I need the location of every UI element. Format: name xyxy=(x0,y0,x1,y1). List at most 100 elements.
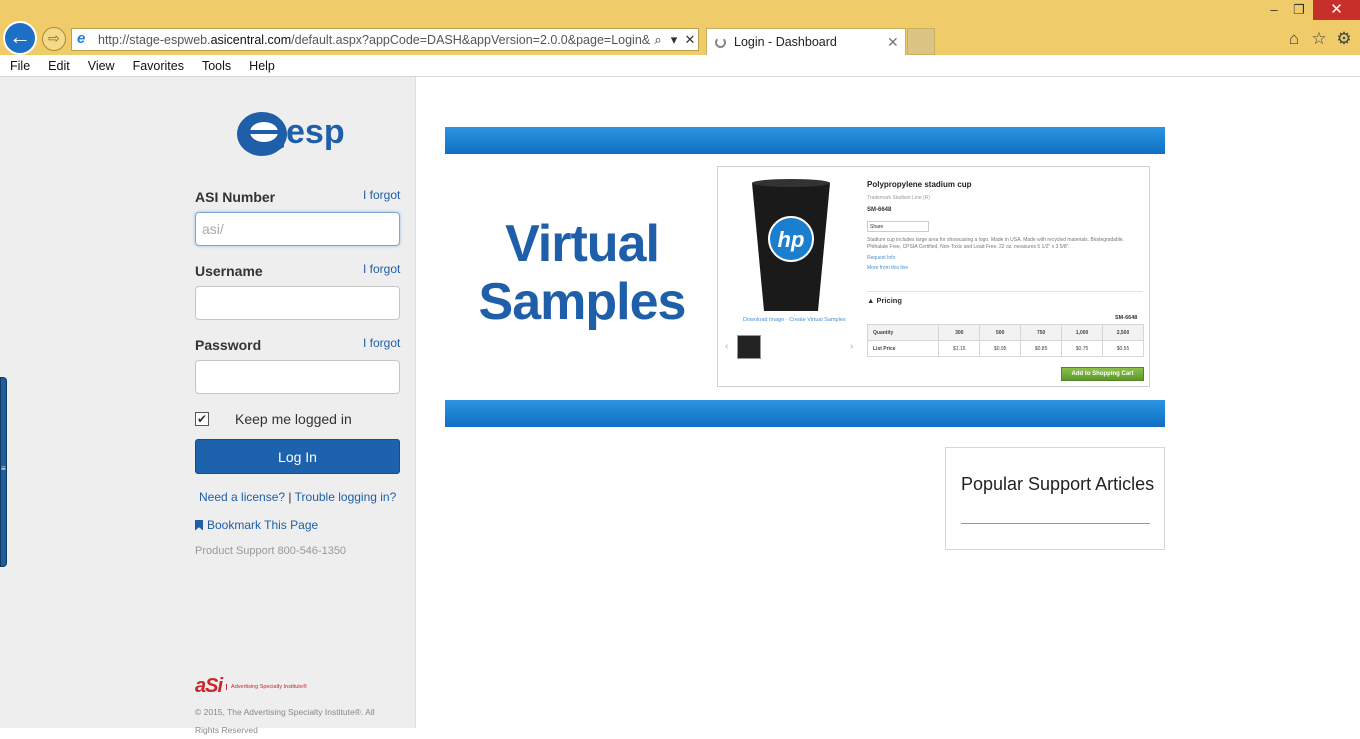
maximize-button[interactable]: ❐ xyxy=(1287,0,1311,20)
keep-logged-in-label: Keep me logged in xyxy=(235,411,352,427)
price-table: Quantity 300 500 750 1,000 2,500 List Pr… xyxy=(866,324,1144,357)
favorites-star-icon[interactable]: ☆ xyxy=(1309,29,1329,49)
table-cell: 1,000 xyxy=(1061,324,1103,341)
pricing-heading[interactable]: ▲ Pricing xyxy=(867,296,902,305)
product-line: Trademark Stadium Line (R) xyxy=(867,195,930,201)
username-forgot-link[interactable]: I forgot xyxy=(363,262,400,276)
svg-text:hp: hp xyxy=(778,227,805,252)
bookmark-link[interactable]: Bookmark This Page xyxy=(195,518,318,532)
table-cell: $0.85 xyxy=(1020,340,1063,357)
request-info-link[interactable]: Request Info xyxy=(867,255,895,261)
asi-logo-text: Advertising Specialty Institute® xyxy=(226,683,307,690)
login-button[interactable]: Log In xyxy=(195,439,400,474)
support-articles-title: Popular Support Articles xyxy=(961,474,1155,494)
ie-icon: e xyxy=(77,29,86,47)
trouble-logging-in-link[interactable]: Trouble logging in? xyxy=(295,490,397,504)
bookmark-label: Bookmark This Page xyxy=(207,518,319,532)
menu-help[interactable]: Help xyxy=(239,59,283,73)
divider xyxy=(961,523,1150,524)
link-separator: | xyxy=(288,490,292,504)
table-cell: $0.55 xyxy=(1102,340,1144,357)
menu-favorites[interactable]: Favorites xyxy=(123,59,192,73)
share-label: Share xyxy=(870,224,884,230)
svg-text:esp: esp xyxy=(286,113,345,151)
thumbnail[interactable] xyxy=(737,335,761,359)
minimize-button[interactable]: – xyxy=(1262,0,1286,20)
close-tab-icon[interactable]: ✕ xyxy=(887,34,905,51)
home-icon[interactable]: ⌂ xyxy=(1284,29,1304,49)
forward-button[interactable]: ⇨ xyxy=(42,27,66,51)
password-forgot-link[interactable]: I forgot xyxy=(363,336,400,350)
url-text: http://stage-espweb.asicentral.com/defau… xyxy=(98,32,650,47)
dropdown-icon[interactable]: ▾ xyxy=(666,32,682,48)
menu-file[interactable]: File xyxy=(0,59,38,73)
menu-bar: File Edit View Favorites Tools Help xyxy=(0,55,1360,77)
asi-number-label: ASI Number xyxy=(195,189,276,205)
cup-image: hp xyxy=(752,179,830,311)
copyright-text: © 2015, The Advertising Specialty Instit… xyxy=(195,707,375,735)
create-virtual-samples-link[interactable]: Create Virtual Samples xyxy=(789,317,845,323)
password-input[interactable] xyxy=(195,360,400,394)
pricing-label: Pricing xyxy=(876,296,902,305)
headline-line-2: Samples xyxy=(478,273,687,331)
username-label: Username xyxy=(195,263,263,279)
browser-tab[interactable]: Login - Dashboard ✕ xyxy=(706,28,906,55)
stop-icon[interactable]: ✕ xyxy=(682,32,698,48)
add-to-cart-button[interactable]: Add to Shopping Cart xyxy=(1061,367,1144,381)
username-input[interactable] xyxy=(195,286,400,320)
virtual-samples-headline: Virtual Samples xyxy=(467,215,697,331)
loading-icon xyxy=(715,36,726,48)
promo-top-bar xyxy=(445,127,1165,154)
support-articles-panel: Popular Support Articles xyxy=(945,447,1165,550)
table-cell: List Price xyxy=(866,340,940,357)
asi-logo: aSi Advertising Specialty Institute® xyxy=(195,675,307,698)
tab-title: Login - Dashboard xyxy=(734,35,837,49)
share-bar[interactable]: Share xyxy=(867,221,929,232)
password-label: Password xyxy=(195,337,262,353)
table-cell: 750 xyxy=(1020,324,1063,341)
promo-bottom-bar xyxy=(445,400,1165,427)
table-cell: 300 xyxy=(938,324,981,341)
prev-image-icon[interactable]: ‹ xyxy=(725,341,728,352)
table-cell: $1.15 xyxy=(938,340,981,357)
address-bar[interactable]: e http://stage-espweb.asicentral.com/def… xyxy=(71,28,699,51)
table-cell: 500 xyxy=(979,324,1022,341)
table-cell: Quantity xyxy=(866,324,940,341)
asi-logo-mark: aSi xyxy=(195,675,223,697)
download-image-link[interactable]: Download Image xyxy=(743,317,784,323)
close-window-button[interactable]: ✕ xyxy=(1313,0,1360,20)
divider xyxy=(867,291,1143,292)
table-cell: $0.95 xyxy=(979,340,1022,357)
back-button[interactable]: ← xyxy=(3,21,37,55)
image-links: Download Image · Create Virtual Samples xyxy=(743,317,846,323)
bookmark-icon xyxy=(195,519,203,531)
search-icon[interactable]: ⌕ xyxy=(650,32,666,48)
side-feedback-tab[interactable]: ≡ xyxy=(0,377,7,567)
product-description: Stadium cup includes large area for show… xyxy=(867,237,1125,250)
pricing-sku: SM-6648 xyxy=(1115,315,1138,321)
table-cell: $0.75 xyxy=(1061,340,1103,357)
product-title: Polypropylene stadium cup xyxy=(867,180,972,189)
asi-number-input[interactable] xyxy=(195,212,400,246)
product-sku: SM-6648 xyxy=(867,207,892,213)
next-image-icon[interactable]: › xyxy=(850,341,853,352)
need-license-link[interactable]: Need a license? xyxy=(199,490,285,504)
help-links: Need a license? | Trouble logging in? xyxy=(199,490,396,504)
browser-titlebar: ← ⇨ e http://stage-espweb.asicentral.com… xyxy=(0,0,1360,55)
table-row: Quantity 300 500 750 1,000 2,500 xyxy=(866,324,1144,341)
keep-logged-in-checkbox[interactable]: ✔ xyxy=(195,412,209,426)
more-from-line-link[interactable]: More from this line xyxy=(867,265,908,271)
headline-line-1: Virtual xyxy=(505,215,660,273)
product-preview: hp Download Image · Create Virtual Sampl… xyxy=(717,166,1150,387)
login-panel: esp ASI Number I forgot Username I forgo… xyxy=(0,77,416,735)
grip-icon: ≡ xyxy=(1,464,6,473)
table-cell: 2,500 xyxy=(1102,324,1144,341)
new-tab-button[interactable] xyxy=(907,28,935,55)
menu-edit[interactable]: Edit xyxy=(38,59,78,73)
menu-view[interactable]: View xyxy=(78,59,123,73)
settings-gear-icon[interactable]: ⚙ xyxy=(1334,29,1354,49)
asi-forgot-link[interactable]: I forgot xyxy=(363,188,400,202)
menu-tools[interactable]: Tools xyxy=(192,59,239,73)
image-links-separator: · xyxy=(785,317,788,323)
keep-logged-in: ✔ Keep me logged in xyxy=(195,411,352,427)
